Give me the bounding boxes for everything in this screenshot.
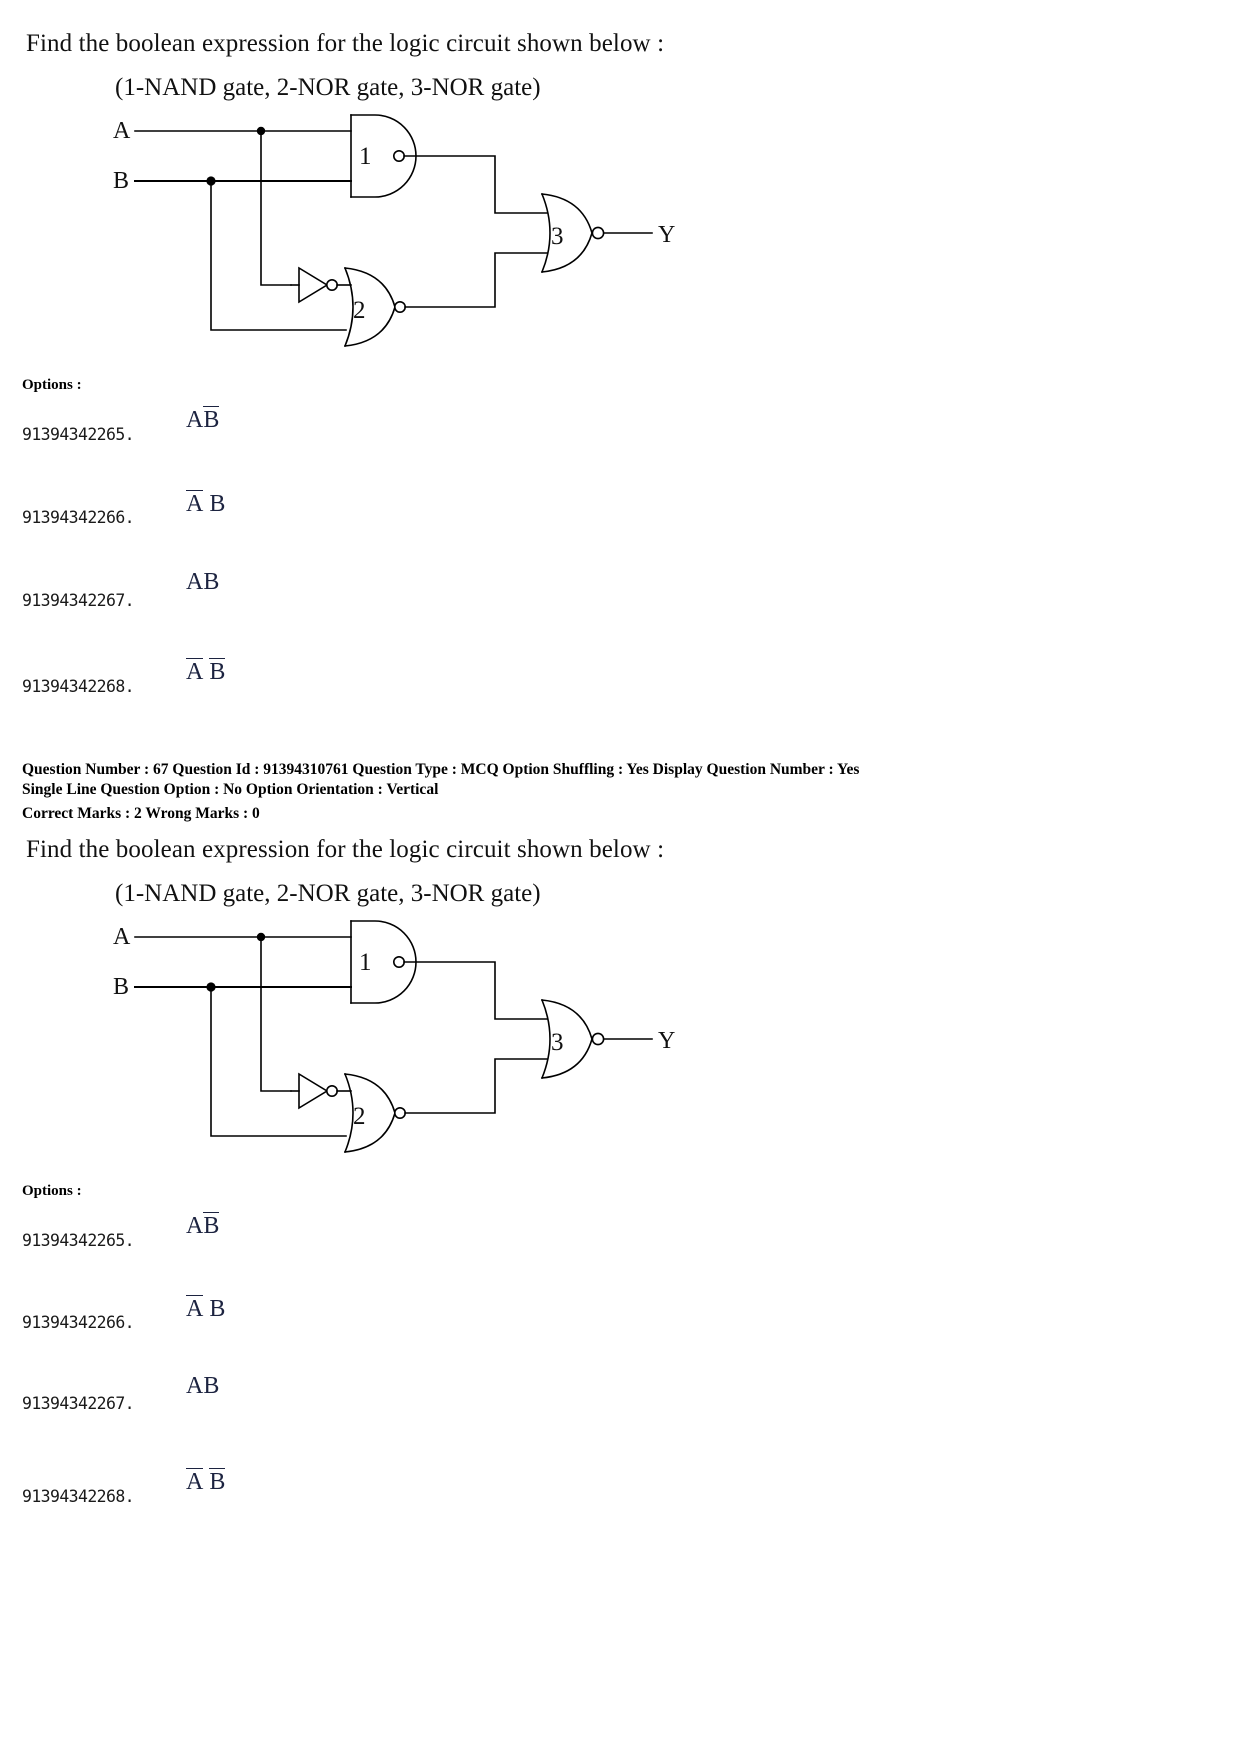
wire-b-branch-to-nor2 bbox=[210, 986, 347, 1137]
option-expression: AB bbox=[186, 490, 226, 517]
question-subtitle: (1-NAND gate, 2-NOR gate, 3-NOR gate) bbox=[115, 74, 541, 101]
gate1-bubble bbox=[392, 955, 405, 968]
metadata-line-3: Correct Marks : 2 Wrong Marks : 0 bbox=[22, 804, 260, 822]
question-subtitle: (1-NAND gate, 2-NOR gate, 3-NOR gate) bbox=[115, 880, 541, 907]
inverter-bubble bbox=[326, 1085, 339, 1098]
gate3-bubble bbox=[591, 1032, 605, 1046]
gate3-back bbox=[540, 998, 551, 1080]
logic-circuit-diagram-2: A B 1 2 3 Y bbox=[95, 918, 715, 1168]
input-label-a: A bbox=[113, 118, 131, 144]
output-label-y: Y bbox=[658, 1028, 675, 1054]
gate2-number: 2 bbox=[353, 297, 366, 324]
page-canvas: Find the boolean expression for the logi… bbox=[0, 0, 1240, 1754]
gate3-bubble bbox=[591, 226, 605, 240]
question-prompt: Find the boolean expression for the logi… bbox=[26, 836, 665, 863]
options-label-1: Options : bbox=[22, 377, 82, 393]
inverter-bubble bbox=[326, 279, 339, 292]
options-label-2: Options : bbox=[22, 1183, 82, 1199]
inverter-body bbox=[298, 266, 329, 304]
wire-a-branch-to-inverter bbox=[260, 130, 292, 286]
wire-gate2-to-gate3 bbox=[404, 252, 548, 308]
question-prompt: Find the boolean expression for the logi… bbox=[26, 30, 665, 57]
gate3-back bbox=[540, 192, 551, 274]
gate2-number: 2 bbox=[353, 1103, 366, 1130]
input-label-a: A bbox=[113, 924, 131, 950]
gate2-bubble bbox=[393, 301, 406, 314]
gate2-back bbox=[343, 266, 354, 348]
input-label-b: B bbox=[113, 168, 129, 194]
option-expression: AB bbox=[186, 569, 220, 595]
wire-b-branch-to-nor2 bbox=[210, 180, 347, 331]
wire-gate2-to-gate3 bbox=[404, 1058, 548, 1114]
wire-gate1-to-gate3 bbox=[403, 155, 548, 214]
option-expression: AB bbox=[186, 658, 226, 685]
logic-circuit-diagram-1: A B 1 2 3 Y bbox=[95, 112, 715, 362]
option-expression: AB bbox=[186, 1468, 226, 1495]
inverter-body bbox=[298, 1072, 329, 1110]
metadata-line-2: Single Line Question Option : No Option … bbox=[22, 780, 439, 798]
wire-gate1-to-gate3 bbox=[403, 961, 548, 1020]
gate1-number: 1 bbox=[359, 949, 372, 976]
option-expression: AB bbox=[186, 1295, 226, 1322]
gate1-bubble bbox=[392, 149, 405, 162]
option-id: 91394342268. bbox=[22, 1487, 135, 1506]
option-expression: AB bbox=[186, 406, 220, 433]
wire-a-branch-to-inverter bbox=[260, 936, 292, 1092]
question-metadata: Question Number : 67 Question Id : 91394… bbox=[22, 760, 1202, 823]
gate1-number: 1 bbox=[359, 143, 372, 170]
option-expression: AB bbox=[186, 1373, 220, 1399]
option-id: 91394342266. bbox=[22, 508, 135, 527]
gate2-back bbox=[343, 1072, 354, 1154]
option-id: 91394342267. bbox=[22, 591, 135, 610]
option-id: 91394342265. bbox=[22, 425, 135, 444]
option-id: 91394342266. bbox=[22, 1313, 135, 1332]
option-expression: AB bbox=[186, 1212, 220, 1239]
gate2-bubble bbox=[393, 1107, 406, 1120]
output-label-y: Y bbox=[658, 222, 675, 248]
gate3-number: 3 bbox=[551, 223, 564, 250]
gate3-number: 3 bbox=[551, 1029, 564, 1056]
input-label-b: B bbox=[113, 974, 129, 1000]
option-id: 91394342267. bbox=[22, 1394, 135, 1413]
option-id: 91394342268. bbox=[22, 677, 135, 696]
metadata-line-1: Question Number : 67 Question Id : 91394… bbox=[22, 761, 860, 778]
option-id: 91394342265. bbox=[22, 1231, 135, 1250]
